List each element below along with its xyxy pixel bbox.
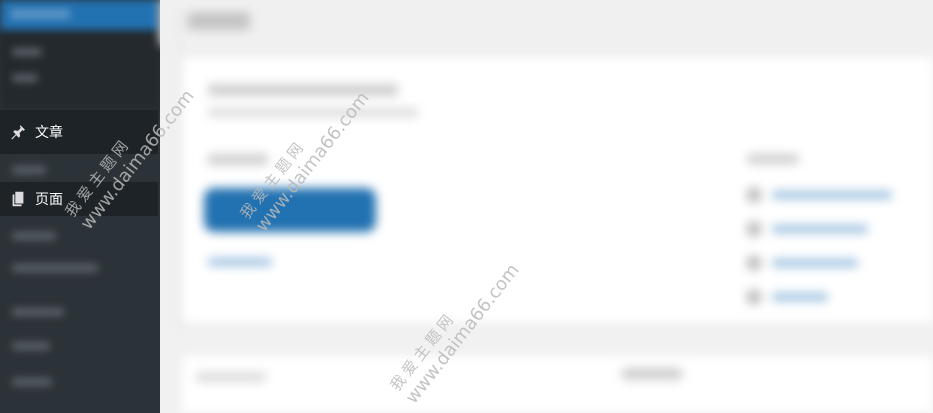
sidebar-item-label: 文章 [35,125,63,141]
admin-sidebar: 文章 页面 [0,0,160,413]
sidebar-item-posts[interactable]: 文章 [0,110,158,154]
page-header [160,0,933,45]
sidebar-active-top[interactable] [0,0,160,30]
sidebar-item-label: 页面 [35,192,63,208]
customize-button[interactable] [204,188,376,232]
pin-icon [8,122,28,142]
lower-widgets [182,356,933,413]
pages-icon [8,189,28,209]
sidebar-item-pages[interactable]: 页面 [0,182,158,216]
main-content [160,0,933,413]
sidebar-submenu [0,30,160,110]
blurred-dashboard [160,0,933,413]
